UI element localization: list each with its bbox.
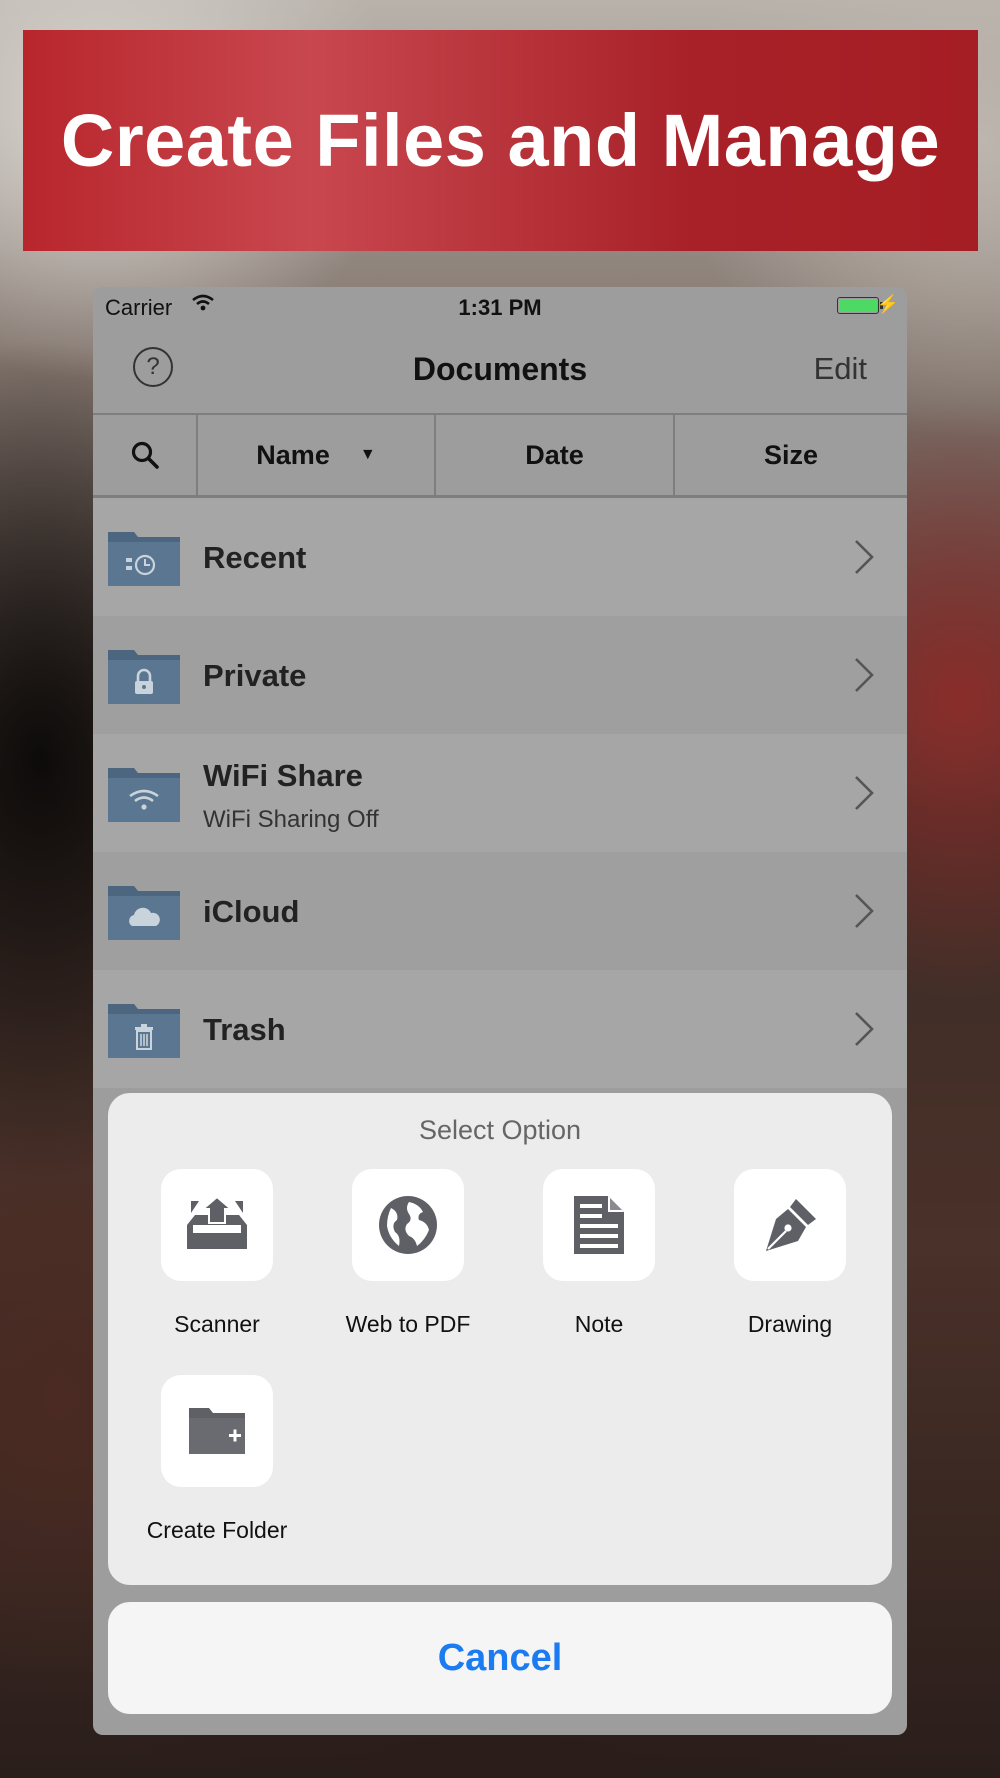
create-folder-option[interactable]: Create Folder bbox=[122, 1375, 312, 1544]
sheet-title: Select Option bbox=[418, 1115, 582, 1145]
web-to-pdf-option[interactable]: Web to PDF bbox=[313, 1169, 503, 1338]
search-icon bbox=[131, 441, 159, 469]
icloud-folder-icon bbox=[108, 886, 180, 940]
option-label: Drawing bbox=[747, 1311, 833, 1337]
chevron-right-icon bbox=[855, 540, 874, 574]
option-label: Note bbox=[574, 1311, 624, 1337]
option-label: Web to PDF bbox=[345, 1311, 471, 1337]
sort-by-name-button[interactable]: Name ▼ bbox=[198, 415, 436, 495]
folder-row-private[interactable]: Private bbox=[93, 616, 907, 734]
note-icon bbox=[574, 1196, 624, 1254]
charging-bolt-icon: ⚡ bbox=[876, 294, 899, 314]
folder-label: Trash bbox=[203, 1012, 286, 1047]
folder-label: Recent bbox=[203, 540, 307, 575]
folder-list: Recent Private WiFi Share WiFi Sharing O… bbox=[93, 498, 907, 1088]
sort-size-label: Size bbox=[763, 439, 819, 470]
recent-folder-icon bbox=[108, 532, 180, 586]
option-label: Create Folder bbox=[146, 1517, 288, 1543]
folder-label: Private bbox=[203, 658, 307, 693]
status-bar: Carrier 1:31 PM ⚡ bbox=[93, 287, 907, 327]
scanner-icon bbox=[187, 1195, 247, 1249]
note-option[interactable]: Note bbox=[504, 1169, 694, 1338]
folder-label: WiFi Share bbox=[203, 758, 363, 793]
sort-name-label: Name bbox=[256, 439, 330, 470]
wifi-folder-icon bbox=[108, 768, 180, 822]
folder-subtitle: WiFi Sharing Off bbox=[203, 806, 379, 833]
chevron-right-icon bbox=[855, 894, 874, 928]
chevron-right-icon bbox=[855, 658, 874, 692]
status-time: 1:31 PM bbox=[458, 295, 542, 320]
drawing-option[interactable]: Drawing bbox=[695, 1169, 885, 1338]
folder-row-wifi-share[interactable]: WiFi Share WiFi Sharing Off bbox=[93, 734, 907, 852]
battery-icon bbox=[837, 297, 883, 314]
folder-row-icloud[interactable]: iCloud bbox=[93, 852, 907, 970]
sort-by-date-button[interactable]: Date bbox=[436, 415, 675, 495]
sort-bar: Name ▼ Date Size bbox=[93, 415, 907, 498]
promo-banner: Create Files and Manage bbox=[23, 30, 978, 251]
option-label: Scanner bbox=[174, 1311, 260, 1337]
select-option-sheet: Select Option Scanner Web to PDF Note Dr… bbox=[108, 1093, 892, 1585]
page-title: Documents bbox=[412, 351, 588, 387]
pen-nib-icon bbox=[766, 1199, 816, 1251]
navigation-bar: ? Documents Edit bbox=[93, 327, 907, 415]
chevron-right-icon bbox=[855, 1012, 874, 1046]
folder-label: iCloud bbox=[203, 894, 300, 929]
trash-folder-icon bbox=[108, 1004, 180, 1058]
edit-button[interactable]: Edit bbox=[814, 351, 867, 387]
scanner-option[interactable]: Scanner bbox=[122, 1169, 312, 1338]
search-button[interactable] bbox=[93, 415, 198, 495]
chevron-right-icon bbox=[855, 776, 874, 810]
folder-plus-icon bbox=[189, 1408, 245, 1454]
globe-icon bbox=[379, 1196, 437, 1254]
banner-title: Create Files and Manage bbox=[60, 99, 941, 182]
folder-row-recent[interactable]: Recent bbox=[93, 498, 907, 616]
cancel-button[interactable]: Cancel bbox=[108, 1602, 892, 1714]
sort-by-size-button[interactable]: Size bbox=[675, 415, 907, 495]
sort-direction-icon: ▼ bbox=[359, 446, 376, 463]
sort-date-label: Date bbox=[525, 439, 584, 470]
folder-row-trash[interactable]: Trash bbox=[93, 970, 907, 1088]
private-folder-icon bbox=[108, 650, 180, 704]
